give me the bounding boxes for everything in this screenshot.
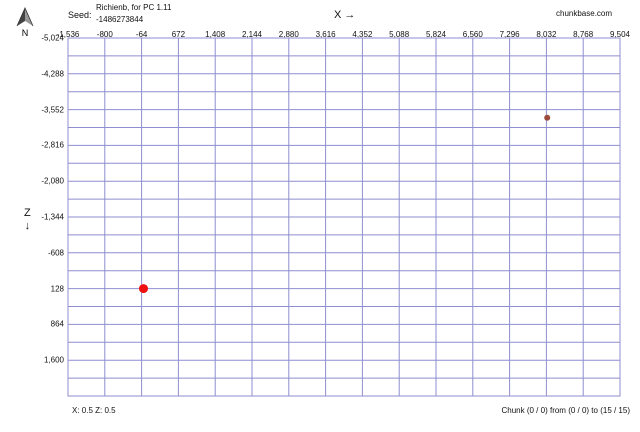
cursor-coordinates: X: 0.5 Z: 0.5 (72, 406, 116, 415)
chunk-info: Chunk (0 / 0) from (0 / 0) to (15 / 15) (501, 406, 631, 415)
map-grid[interactable] (0, 0, 640, 432)
spawn-marker[interactable] (139, 284, 148, 294)
structure-marker[interactable] (544, 114, 551, 121)
